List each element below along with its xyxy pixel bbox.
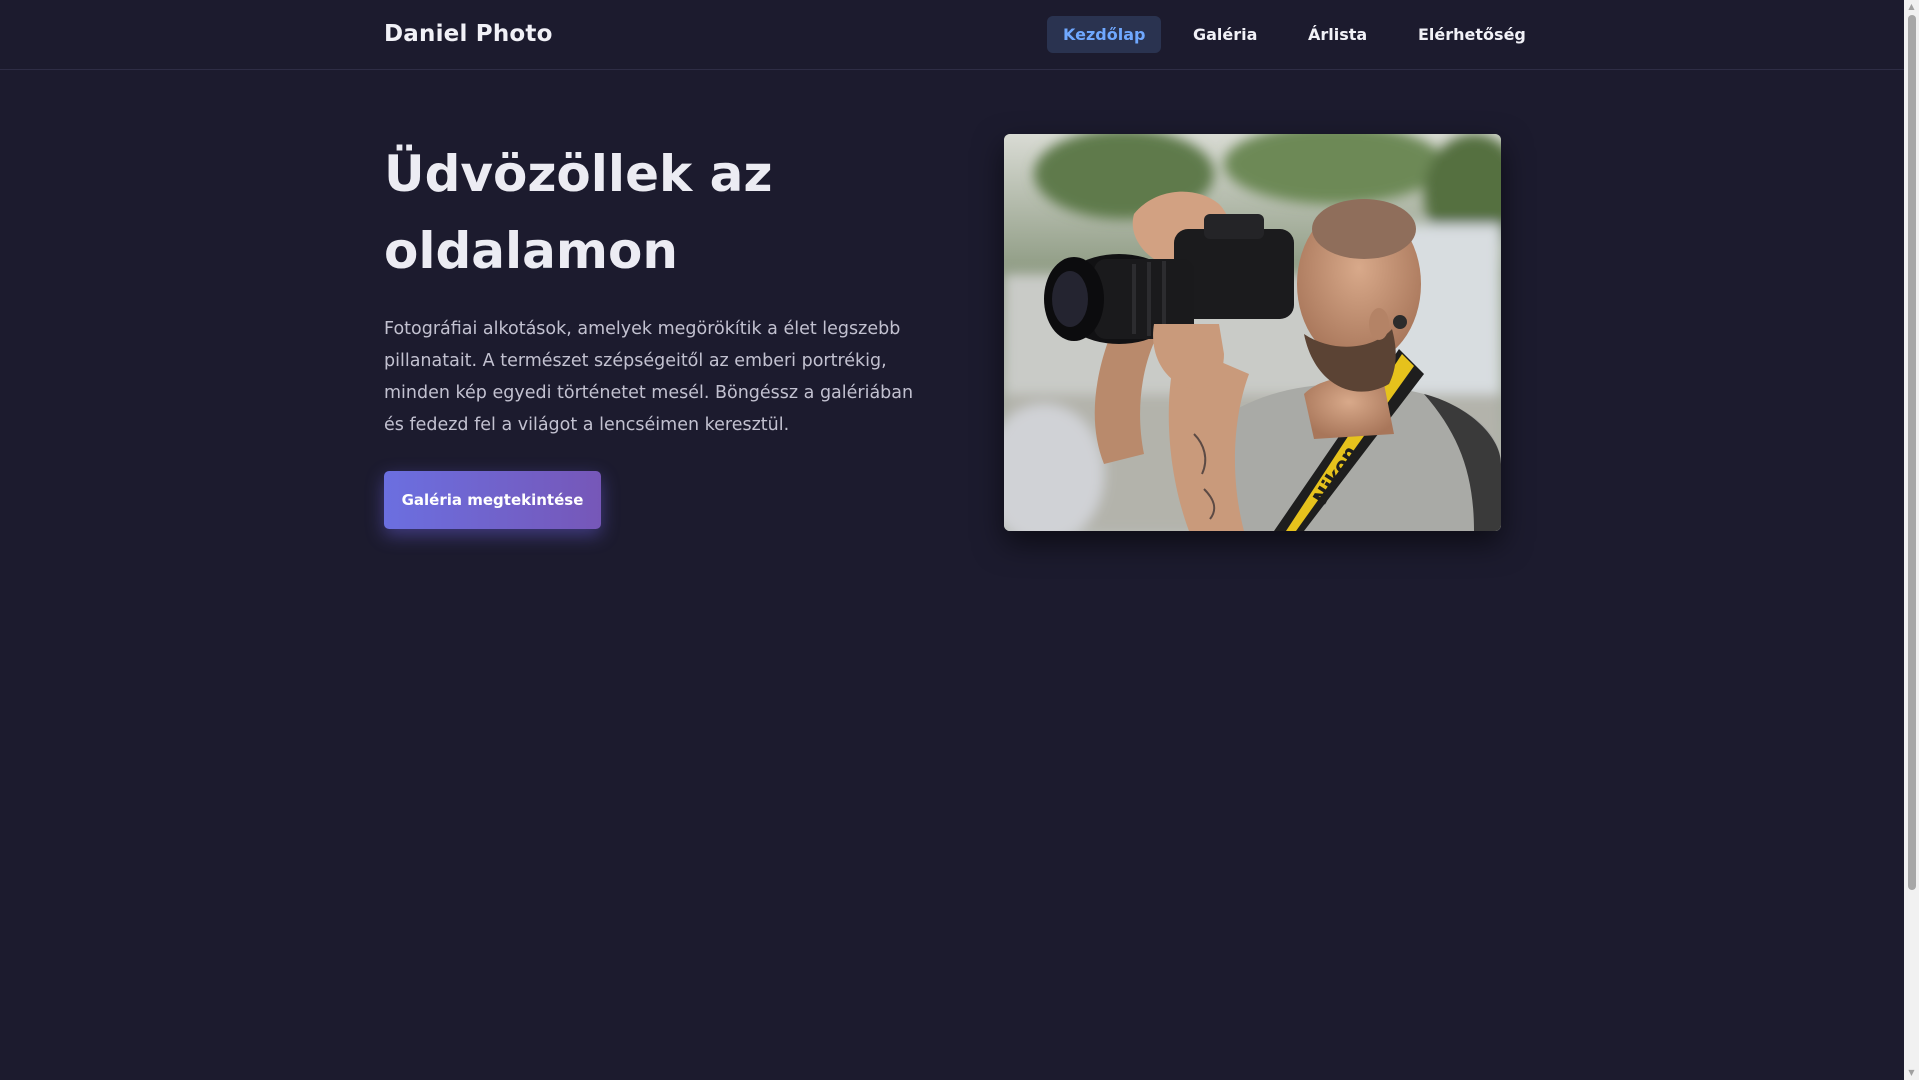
photographer-illustration: Nikon [1004,134,1501,531]
page: Daniel Photo Kezdőlap Galéria Árlista El… [0,0,1904,1080]
hero-photo: Nikon [1004,134,1501,531]
site-header: Daniel Photo Kezdőlap Galéria Árlista El… [0,0,1904,70]
scroll-down-icon[interactable]: ▼ [1904,1066,1919,1080]
hero-description: Fotográfiai alkotások, amelyek megörökít… [384,319,914,435]
scrollbar-thumb[interactable] [1908,15,1916,890]
scroll-up-icon[interactable]: ▲ [1904,0,1919,14]
nav-item-pricelist[interactable]: Árlista [1292,16,1383,53]
brand-logo[interactable]: Daniel Photo [384,21,553,47]
view-gallery-button[interactable]: Galéria megtekintése [384,471,601,529]
nav-item-contact[interactable]: Elérhetőség [1402,16,1542,53]
vertical-scrollbar[interactable]: ▲ ▼ [1904,0,1919,1080]
nav-item-gallery[interactable]: Galéria [1177,16,1273,53]
hero-title: Üdvözöllek az oldalamon [384,145,773,280]
nav-item-home[interactable]: Kezdőlap [1047,16,1162,53]
